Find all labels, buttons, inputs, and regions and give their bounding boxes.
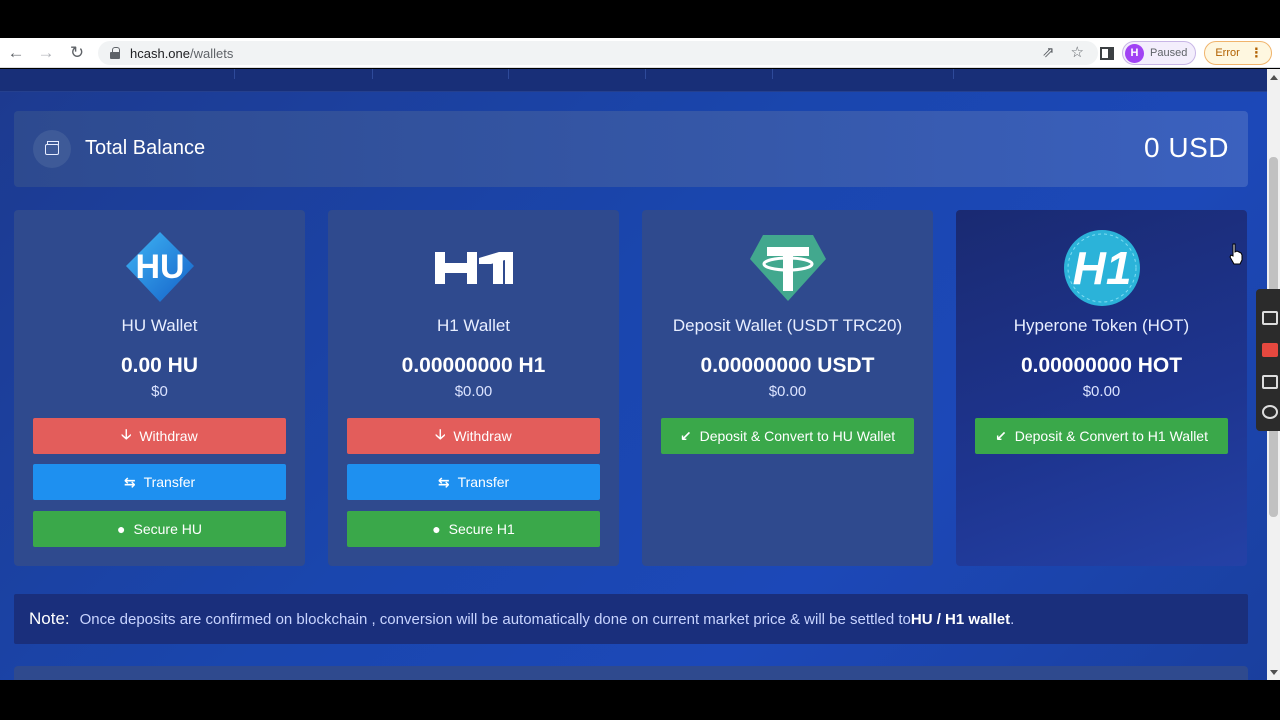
bookmark-star-icon[interactable]: ☆ bbox=[1071, 43, 1084, 61]
error-button[interactable]: Error ⋮ bbox=[1204, 41, 1272, 65]
avatar: H bbox=[1125, 43, 1144, 63]
hu-logo-icon: HU bbox=[121, 230, 199, 306]
hyperone-logo-icon: H1 bbox=[1063, 230, 1141, 306]
forward-button[interactable]: → bbox=[31, 38, 61, 68]
wallet-usd-value: $0.00 bbox=[454, 383, 493, 400]
wallet-icon bbox=[33, 130, 71, 168]
svg-text:HU: HU bbox=[135, 248, 184, 286]
wallet-card-hot: H1 Hyperone Token (HOT) 0.00000000 HOT $… bbox=[956, 210, 1247, 566]
button-label: Transfer bbox=[457, 474, 510, 490]
reload-button[interactable]: ↻ bbox=[62, 38, 92, 68]
note-end: . bbox=[1010, 610, 1015, 628]
side-panel-icon[interactable] bbox=[1100, 46, 1114, 60]
balance-amount: 0 USD bbox=[1144, 132, 1229, 163]
profile-status: Paused bbox=[1150, 47, 1188, 59]
wallet-amount: 0.00000000 HOT bbox=[1020, 354, 1183, 377]
user-icon: ● bbox=[432, 521, 441, 537]
button-label: Transfer bbox=[143, 474, 196, 490]
screen-tool-strip bbox=[1256, 289, 1280, 431]
button-label: Deposit & Convert to HU Wallet bbox=[699, 428, 896, 444]
wallet-card-hu: HU HU Wallet 0.00 HU $0 🡣 Withdraw ⇆ Tra… bbox=[14, 210, 305, 566]
withdraw-button[interactable]: 🡣 Withdraw bbox=[33, 418, 286, 454]
scroll-up-icon[interactable] bbox=[1270, 75, 1278, 80]
user-icon: ● bbox=[117, 521, 126, 537]
wallet-card-usdt: Deposit Wallet (USDT TRC20) 0.00000000 U… bbox=[642, 210, 933, 566]
wallet-amount: 0.00000000 USDT bbox=[700, 354, 875, 377]
transfer-button[interactable]: ⇆ Transfer bbox=[347, 464, 600, 500]
screen-top-bar bbox=[0, 0, 1280, 38]
back-button[interactable]: ← bbox=[1, 38, 31, 68]
deposit-convert-h1-button[interactable]: ↙ Deposit & Convert to H1 Wallet bbox=[975, 418, 1228, 454]
error-label: Error bbox=[1215, 47, 1240, 59]
gallery-icon[interactable] bbox=[1262, 375, 1278, 389]
transfer-button[interactable]: ⇆ Transfer bbox=[33, 464, 286, 500]
record-icon[interactable] bbox=[1262, 343, 1278, 357]
url-text: hcash.one/wallets bbox=[130, 45, 234, 61]
scroll-down-icon[interactable] bbox=[1270, 670, 1278, 675]
tether-logo-icon bbox=[749, 230, 827, 306]
wallet-title: HU Wallet bbox=[121, 316, 198, 335]
wallet-title: Deposit Wallet (USDT TRC20) bbox=[672, 316, 903, 335]
button-label: Secure H1 bbox=[448, 521, 515, 537]
deposit-convert-hu-button[interactable]: ↙ Deposit & Convert to HU Wallet bbox=[661, 418, 914, 454]
wallet-card-h1: H1 Wallet 0.00000000 H1 $0.00 🡣 Withdraw… bbox=[328, 210, 619, 566]
total-balance-panel: Total Balance 0 USD bbox=[14, 111, 1248, 187]
transfer-arrows-icon: ⇆ bbox=[437, 473, 450, 490]
wallet-title: H1 Wallet bbox=[436, 316, 511, 335]
screen-bottom-bar bbox=[0, 680, 1280, 720]
camera-icon[interactable] bbox=[1262, 311, 1278, 325]
lower-panel bbox=[14, 666, 1248, 680]
share-icon[interactable]: ⇗ bbox=[1042, 43, 1055, 61]
withdraw-button[interactable]: 🡣 Withdraw bbox=[347, 418, 600, 454]
wallet-title: Hyperone Token (HOT) bbox=[1013, 316, 1190, 335]
mouse-cursor-icon bbox=[1229, 243, 1243, 265]
note-label: Note: bbox=[29, 609, 70, 628]
lock-icon bbox=[110, 47, 120, 59]
gear-icon[interactable] bbox=[1262, 405, 1278, 419]
note-bold-text: HU / H1 wallet bbox=[910, 610, 1011, 628]
h1-logo-icon bbox=[434, 230, 513, 306]
wallet-amount: 0.00 HU bbox=[120, 354, 199, 377]
note-banner: Note: Once deposits are confirmed on blo… bbox=[14, 594, 1248, 644]
secure-h1-button[interactable]: ● Secure H1 bbox=[347, 511, 600, 547]
address-bar[interactable]: hcash.one/wallets ⇗ ☆ bbox=[98, 41, 1098, 65]
note-text: Once deposits are confirmed on blockchai… bbox=[79, 610, 911, 628]
top-nav-strip bbox=[0, 69, 1267, 92]
arrow-down-left-icon: ↙ bbox=[679, 427, 692, 444]
transfer-arrows-icon: ⇆ bbox=[123, 473, 136, 490]
arrow-down-left-icon: ↙ bbox=[995, 427, 1007, 444]
secure-hu-button[interactable]: ● Secure HU bbox=[33, 511, 286, 547]
wallet-usd-value: $0 bbox=[151, 383, 168, 400]
button-label: Deposit & Convert to H1 Wallet bbox=[1014, 428, 1208, 444]
button-label: Withdraw bbox=[139, 428, 198, 444]
browser-toolbar: ← → ↻ hcash.one/wallets ⇗ ☆ H Paused Err… bbox=[0, 38, 1280, 68]
arrow-down-icon: 🡣 bbox=[435, 426, 446, 442]
svg-text:H1: H1 bbox=[1072, 242, 1131, 294]
page-viewport: Total Balance 0 USD HU HU Wallet 0.00 HU… bbox=[0, 69, 1267, 680]
arrow-down-icon: 🡣 bbox=[121, 426, 132, 442]
button-label: Withdraw bbox=[453, 428, 512, 444]
profile-button[interactable]: H Paused bbox=[1122, 41, 1197, 65]
wallet-amount: 0.00000000 H1 bbox=[401, 354, 546, 377]
wallet-usd-value: $0.00 bbox=[1082, 383, 1121, 400]
balance-title: Total Balance bbox=[85, 137, 206, 159]
button-label: Secure HU bbox=[133, 521, 202, 537]
more-menu-icon[interactable]: ⋮ bbox=[1250, 45, 1263, 61]
wallet-usd-value: $0.00 bbox=[768, 383, 807, 400]
